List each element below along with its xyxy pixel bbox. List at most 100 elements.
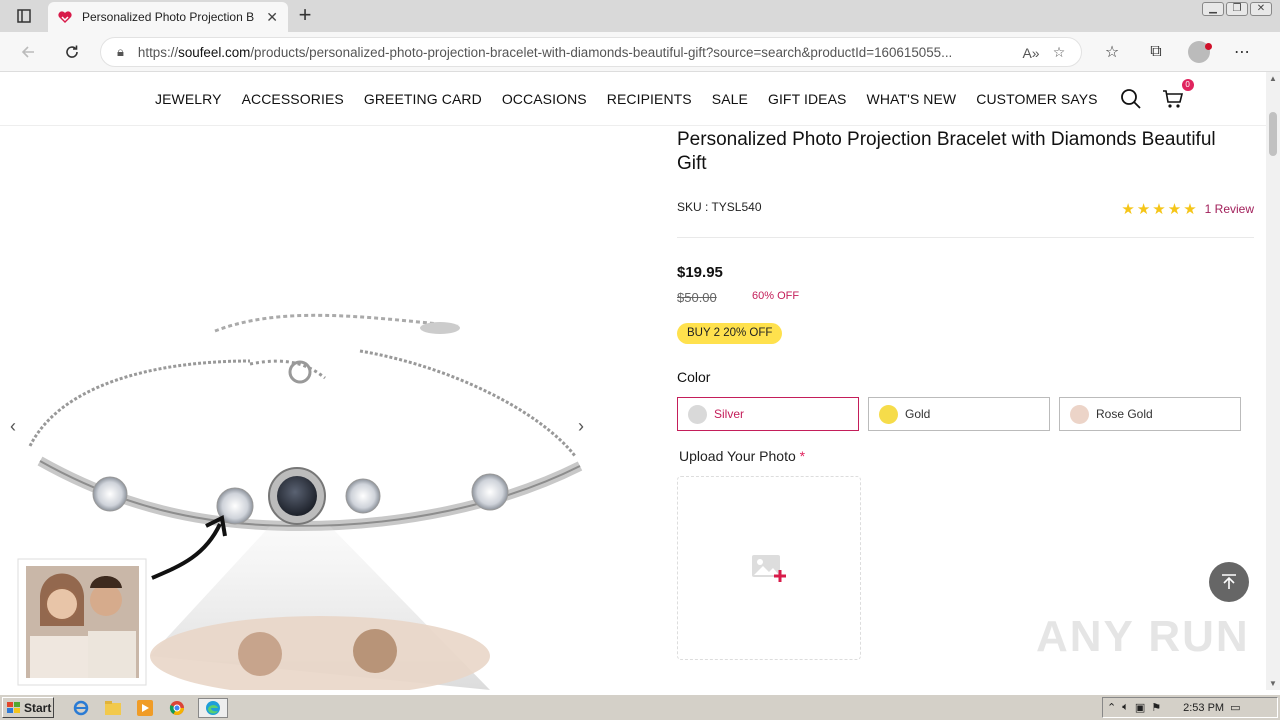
start-button[interactable]: Start: [2, 697, 54, 718]
nav-whats-new[interactable]: WHAT'S NEW: [867, 91, 957, 107]
site-favicon-icon: [58, 10, 72, 23]
site-search-button[interactable]: [1120, 88, 1142, 110]
swatch-dot: [879, 404, 898, 424]
more-menu-icon[interactable]: ⋯: [1230, 40, 1254, 64]
url-host: soufeel.com: [178, 44, 251, 60]
color-option-gold[interactable]: Gold: [868, 397, 1050, 431]
review-link[interactable]: 1 Review: [1205, 202, 1254, 216]
color-option-rose-gold[interactable]: Rose Gold: [1059, 397, 1241, 431]
product-rating: ★ ★ ★ ★ ★ 1 Review: [1121, 200, 1254, 218]
nav-gift-ideas[interactable]: GIFT IDEAS: [768, 91, 847, 107]
address-bar[interactable]: 🔒︎ https://soufeel.com/products/personal…: [100, 37, 1082, 67]
new-tab-button[interactable]: +: [294, 4, 316, 26]
refresh-icon: [66, 45, 78, 58]
volume-icon[interactable]: 🔈︎: [1122, 701, 1129, 714]
scrollbar-thumb[interactable]: [1269, 112, 1277, 156]
add-favorite-icon[interactable]: ☆: [1049, 44, 1069, 61]
color-option-label: Silver: [714, 407, 745, 421]
network-icon[interactable]: ▣: [1135, 701, 1145, 714]
collections-icon[interactable]: ⧉: [1144, 40, 1168, 64]
add-image-icon: [752, 555, 786, 582]
nav-accessories[interactable]: ACCESSORIES: [242, 91, 344, 107]
clock: 2:53 PM: [1183, 701, 1225, 714]
nav-occasions[interactable]: OCCASIONS: [502, 91, 587, 107]
nav-sale[interactable]: SALE: [712, 91, 748, 107]
product-image: [17, 313, 583, 690]
windows-logo-icon: [7, 701, 20, 713]
star-icon: ★: [1136, 201, 1151, 218]
required-marker: *: [799, 448, 806, 464]
upload-photo-label: Upload Your Photo *: [679, 448, 805, 464]
chrome-icon[interactable]: [166, 698, 187, 718]
star-icon: ★: [1167, 201, 1182, 218]
page-scrollbar[interactable]: ▲ ▼: [1266, 72, 1280, 690]
browser-tab-bar: Personalized Photo Projection Br ✕ + ▁ ❐…: [0, 0, 1280, 32]
minimize-button[interactable]: ▁: [1202, 2, 1224, 16]
gallery-prev-arrow[interactable]: ‹: [10, 416, 16, 437]
gallery-next-arrow[interactable]: ›: [578, 416, 584, 437]
nav-recipients[interactable]: RECIPIENTS: [607, 91, 692, 107]
back-arrow-icon: [21, 46, 34, 58]
product-title: Personalized Photo Projection Bracelet w…: [677, 129, 1216, 174]
nav-greeting-card[interactable]: GREETING CARD: [364, 91, 482, 107]
web-page: JEWELRY ACCESSORIES GREETING CARD OCCASI…: [0, 72, 1266, 690]
tab-close-icon[interactable]: ✕: [266, 9, 278, 26]
original-price: $50.00: [677, 290, 717, 305]
upload-photo-dropzone[interactable]: [677, 476, 861, 660]
address-toolbar: 🔒︎ https://soufeel.com/products/personal…: [0, 32, 1280, 72]
current-price: $19.95: [677, 264, 723, 281]
color-option-silver[interactable]: Silver: [677, 397, 859, 431]
site-main-nav: JEWELRY ACCESSORIES GREETING CARD OCCASI…: [0, 72, 1266, 126]
scroll-down-icon[interactable]: ▼: [1269, 679, 1277, 688]
browser-tab-active[interactable]: Personalized Photo Projection Br ✕: [48, 2, 288, 32]
cart-icon: [1162, 89, 1183, 108]
window-controls: ▁ ❐ ✕: [1202, 2, 1272, 16]
upload-label-text: Upload Your Photo: [679, 448, 796, 464]
star-icon: ★: [1183, 201, 1197, 218]
ie-icon[interactable]: [70, 698, 91, 718]
url-path: /products/personalized-photo-projection-…: [250, 44, 953, 60]
lock-icon[interactable]: 🔒︎: [117, 44, 124, 60]
cart-button[interactable]: 0: [1162, 78, 1194, 110]
media-player-icon[interactable]: [134, 698, 155, 718]
back-to-top-button[interactable]: [1209, 562, 1249, 602]
product-gallery: ‹ ›: [0, 126, 640, 690]
profile-avatar[interactable]: [1188, 41, 1212, 63]
refresh-button[interactable]: [60, 40, 84, 64]
nav-customer-says[interactable]: CUSTOMER SAYS: [976, 91, 1097, 107]
tab-actions-button[interactable]: [8, 6, 40, 26]
read-aloud-icon[interactable]: A»: [1021, 45, 1041, 61]
url-prefix: https://: [137, 44, 179, 60]
favorites-icon[interactable]: ☆: [1100, 40, 1124, 64]
nav-jewelry[interactable]: JEWELRY: [155, 91, 222, 107]
quick-launch: [70, 698, 228, 718]
swatch-dot: [1070, 404, 1089, 424]
color-option-label: Gold: [905, 407, 931, 421]
show-desktop-icon[interactable]: ▭: [1230, 701, 1240, 714]
system-tray: ⌃ 🔈︎ ▣ ⚑ 2:53 PM ▭: [1102, 697, 1278, 718]
edge-icon[interactable]: [198, 698, 228, 718]
swatch-dot: [688, 404, 707, 424]
product-sku: SKU : TYSL540: [677, 200, 762, 214]
close-window-button[interactable]: ✕: [1250, 2, 1272, 16]
watermark: ANY RUN: [1036, 612, 1250, 661]
scroll-up-icon[interactable]: ▲: [1269, 74, 1277, 83]
tab-actions-icon: [17, 9, 31, 23]
start-label: Start: [24, 700, 52, 715]
windows-taskbar: Start ⌃ 🔈︎ ▣ ⚑ 2:53 PM ▭: [0, 694, 1280, 720]
color-option-label: Rose Gold: [1096, 407, 1153, 421]
browser-toolbar-icons: ☆ ⧉ ⋯: [1100, 40, 1254, 64]
explorer-icon[interactable]: [102, 698, 123, 718]
arrow-up-icon: [1222, 574, 1236, 589]
star-icon: ★: [1152, 201, 1166, 218]
address-bar-actions: A» ☆: [1021, 44, 1069, 61]
flag-icon[interactable]: ⚑: [1151, 701, 1161, 714]
tab-title: Personalized Photo Projection Br: [82, 10, 254, 24]
promo-badge[interactable]: BUY 2 20% OFF: [677, 323, 783, 344]
tray-expand-icon[interactable]: ⌃: [1107, 701, 1116, 714]
restore-button[interactable]: ❐: [1226, 2, 1248, 16]
cart-count-badge: 0: [1181, 78, 1194, 91]
search-icon: [1120, 88, 1141, 109]
back-button[interactable]: [16, 40, 40, 64]
color-label: Color: [677, 369, 711, 385]
